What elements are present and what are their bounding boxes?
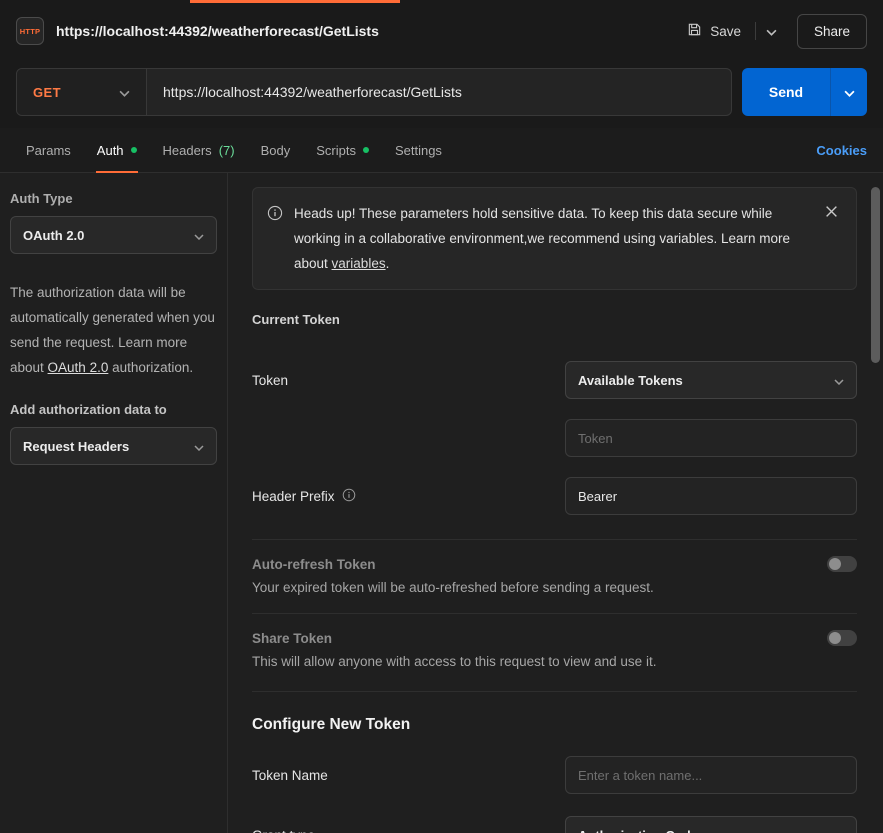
tab-label: Body: [261, 143, 291, 158]
token-name-row: Token Name: [252, 756, 857, 794]
request-bar: GET Send: [0, 62, 883, 128]
toggle-knob: [829, 558, 841, 570]
grant-type-row: Grant type Authorization Code: [252, 816, 857, 833]
green-dot-icon: [363, 147, 369, 153]
current-token-heading: Current Token: [252, 312, 857, 327]
share-token-label: Share Token: [252, 631, 332, 646]
tab-params[interactable]: Params: [16, 128, 81, 172]
auth-type-dropdown[interactable]: OAuth 2.0: [10, 216, 217, 254]
send-options-button[interactable]: [830, 68, 867, 116]
tab-label: Params: [26, 143, 71, 158]
method-label: GET: [33, 85, 61, 100]
save-icon: [687, 22, 702, 40]
auth-content: Auth Type OAuth 2.0 The authorization da…: [0, 173, 883, 833]
token-name-label: Token Name: [252, 768, 328, 783]
divider: [252, 539, 857, 540]
auth-type-value: OAuth 2.0: [23, 228, 84, 243]
auto-refresh-description: Your expired token will be auto-refreshe…: [252, 580, 857, 595]
header-prefix-label: Header Prefix: [252, 488, 356, 505]
auth-description: The authorization data will be automatic…: [10, 280, 217, 380]
share-button[interactable]: Share: [797, 14, 867, 49]
chevron-down-icon: [194, 228, 204, 243]
active-tab-indicator: [190, 0, 400, 3]
divider: [252, 691, 857, 692]
share-token-toggle[interactable]: [827, 630, 857, 646]
info-icon: [267, 205, 283, 276]
share-token-section: Share Token This will allow anyone with …: [252, 630, 857, 669]
tab-label: Auth: [97, 143, 124, 158]
method-dropdown[interactable]: GET: [17, 69, 147, 115]
divider: [252, 613, 857, 614]
tab-label: Headers: [163, 143, 212, 158]
auto-refresh-section: Auto-refresh Token Your expired token wi…: [252, 556, 857, 595]
configure-new-token-heading: Configure New Token: [252, 716, 857, 734]
grant-type-dropdown[interactable]: Authorization Code: [565, 816, 857, 833]
token-field-row: Token Available Tokens: [252, 361, 857, 399]
token-input[interactable]: [565, 419, 857, 457]
chevron-down-icon: [834, 828, 844, 833]
auth-sidebar: Auth Type OAuth 2.0 The authorization da…: [0, 173, 228, 833]
tab-headers[interactable]: Headers (7): [153, 128, 245, 172]
chevron-down-icon: [834, 373, 844, 388]
http-badge-label: HTTP: [20, 27, 40, 36]
auto-refresh-label: Auto-refresh Token: [252, 557, 376, 572]
request-topbar: HTTP https://localhost:44392/weatherfore…: [0, 0, 883, 62]
send-split-button: Send: [742, 68, 867, 116]
add-auth-data-label: Add authorization data to: [10, 402, 217, 417]
available-tokens-dropdown[interactable]: Available Tokens: [565, 361, 857, 399]
close-icon: [825, 206, 838, 221]
send-button[interactable]: Send: [742, 68, 830, 116]
info-icon: [342, 488, 356, 505]
scrollbar[interactable]: [871, 187, 880, 363]
token-input-row: [252, 419, 857, 457]
oauth-docs-link[interactable]: OAuth 2.0: [48, 360, 109, 375]
close-banner-button[interactable]: [821, 201, 842, 225]
cookies-link[interactable]: Cookies: [816, 143, 867, 158]
auth-type-label: Auth Type: [10, 191, 217, 206]
save-label: Save: [710, 24, 741, 39]
banner-text: Heads up! These parameters hold sensitiv…: [294, 201, 810, 276]
tab-scripts[interactable]: Scripts: [306, 128, 379, 172]
tabs-list: Params Auth Headers (7) Body Scripts Set…: [16, 128, 452, 172]
token-label: Token: [252, 373, 288, 388]
app-window: HTTP https://localhost:44392/weatherfore…: [0, 0, 883, 833]
variables-link[interactable]: variables: [332, 256, 386, 271]
url-input[interactable]: [147, 69, 731, 115]
header-prefix-row: Header Prefix: [252, 477, 857, 515]
request-tabs: Params Auth Headers (7) Body Scripts Set…: [0, 128, 883, 173]
url-control: GET: [16, 68, 732, 116]
add-auth-data-value: Request Headers: [23, 439, 129, 454]
tab-label: Scripts: [316, 143, 356, 158]
auto-refresh-toggle[interactable]: [827, 556, 857, 572]
add-auth-data-dropdown[interactable]: Request Headers: [10, 427, 217, 465]
request-title: https://localhost:44392/weatherforecast/…: [56, 23, 379, 39]
headers-count: (7): [219, 143, 235, 158]
chevron-down-icon: [194, 439, 204, 454]
sensitive-data-banner: Heads up! These parameters hold sensitiv…: [252, 187, 857, 290]
save-options-button[interactable]: [760, 16, 783, 47]
tab-label: Settings: [395, 143, 442, 158]
chevron-down-icon: [119, 85, 130, 100]
toggle-knob: [829, 632, 841, 644]
oauth-panel: Heads up! These parameters hold sensitiv…: [228, 173, 883, 833]
chevron-down-icon: [766, 24, 777, 39]
save-button[interactable]: Save: [677, 14, 751, 48]
grant-type-label: Grant type: [252, 828, 315, 833]
tab-auth[interactable]: Auth: [87, 128, 147, 172]
green-dot-icon: [131, 147, 137, 153]
header-prefix-input[interactable]: [565, 477, 857, 515]
share-token-description: This will allow anyone with access to th…: [252, 654, 857, 669]
grant-type-value: Authorization Code: [578, 828, 698, 833]
tab-settings[interactable]: Settings: [385, 128, 452, 172]
token-name-input[interactable]: [565, 756, 857, 794]
divider: [755, 22, 756, 40]
topbar-actions: Save Share: [677, 14, 867, 49]
chevron-down-icon: [844, 85, 855, 100]
available-tokens-value: Available Tokens: [578, 373, 683, 388]
tab-body[interactable]: Body: [251, 128, 301, 172]
http-request-icon: HTTP: [16, 17, 44, 45]
